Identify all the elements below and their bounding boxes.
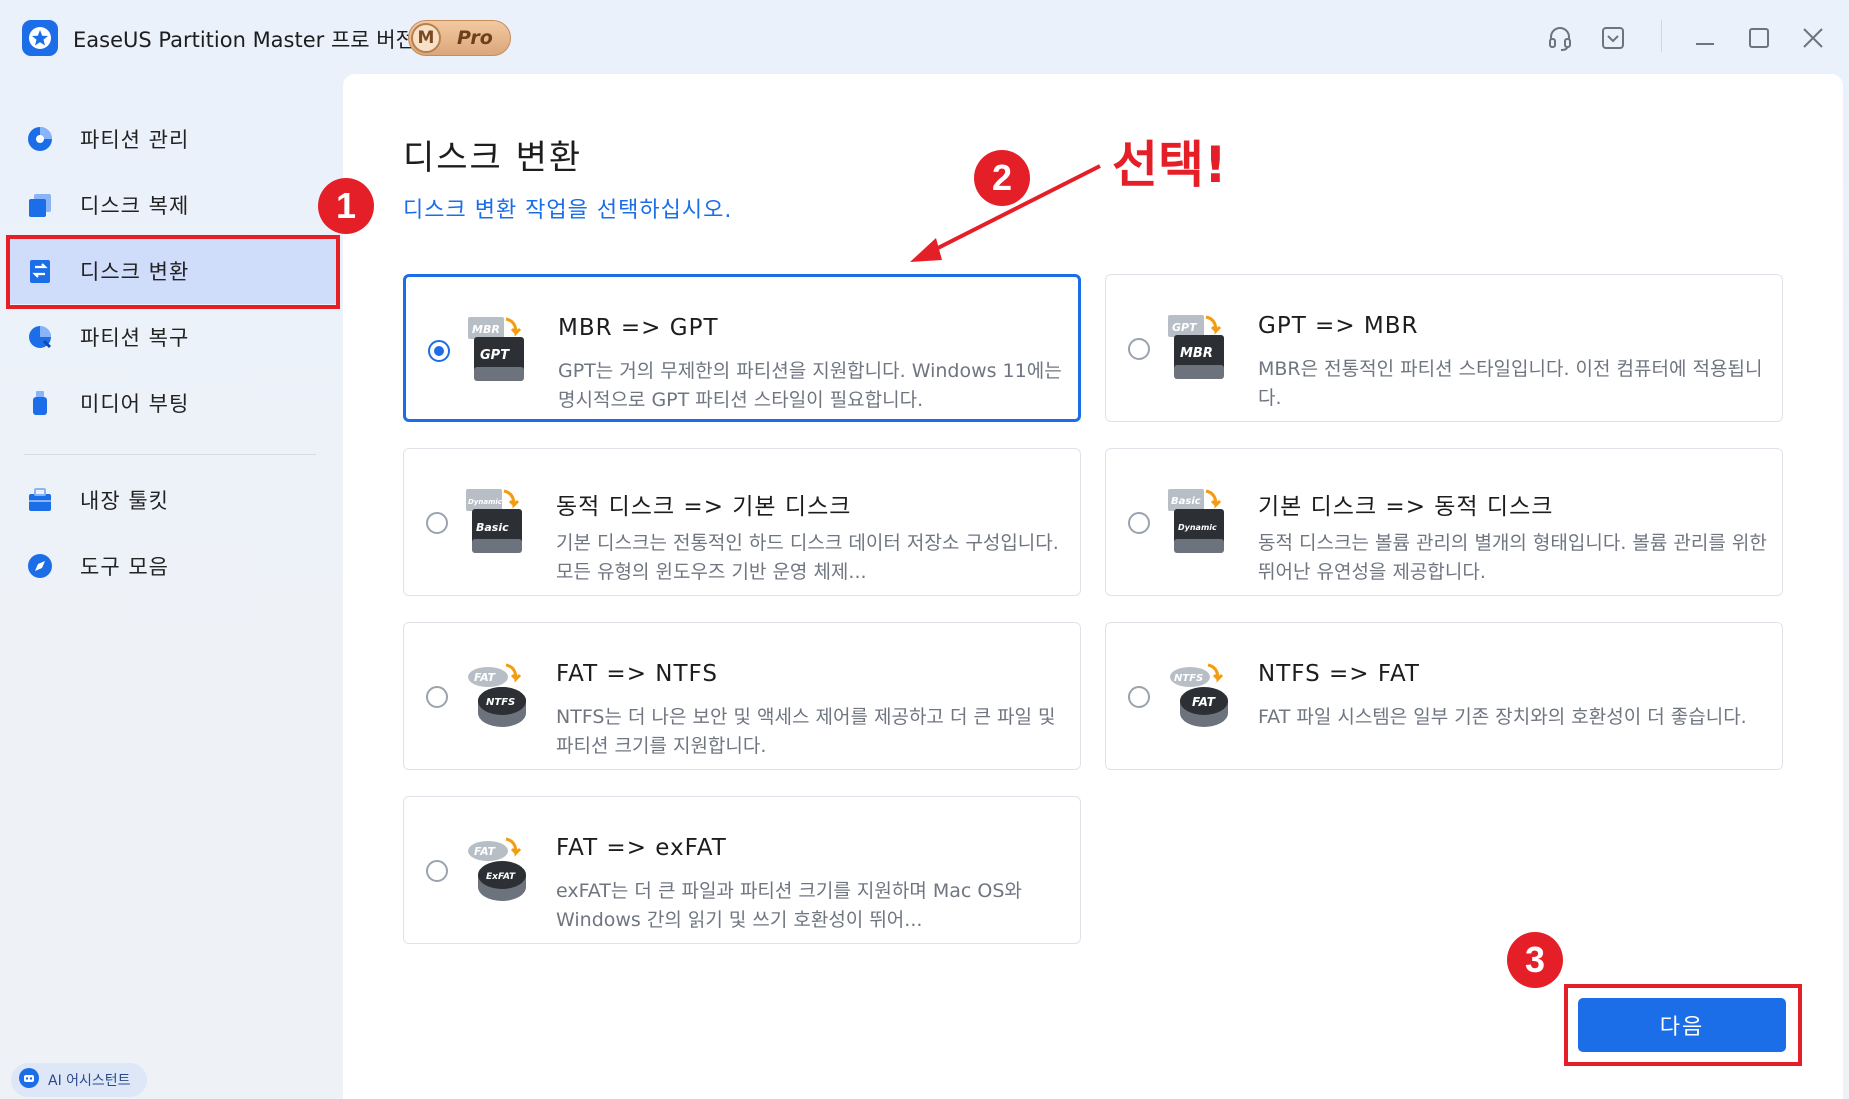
sidebar-item-tools[interactable]: 도구 모음 [8,533,338,599]
option-basic-to-dynamic[interactable]: Basic Dynamic 기본 디스크 => 동적 디스크 동적 디스크는 볼… [1105,448,1783,596]
option-description: GPT는 거의 무제한의 파티션을 지원합니다. Windows 11에는 명시… [558,360,1062,411]
sidebar-item-toolkit[interactable]: 내장 툴킷 [8,467,338,533]
option-fat-to-ntfs[interactable]: FAT NTFS FAT => NTFS NTFS는 더 나은 보안 및 액세스… [403,622,1081,770]
option-radio[interactable] [1128,338,1150,360]
option-title: 동적 디스크 => 기본 디스크 [556,494,852,520]
option-radio[interactable] [426,512,448,534]
partition-recovery-icon [26,323,54,351]
sidebar-item-label: 도구 모음 [80,555,169,579]
option-title: 기본 디스크 => 동적 디스크 [1258,494,1554,520]
svg-text:Dynamic: Dynamic [468,498,503,506]
title-bar: EaseUS Partition Master 프로 버전 M Pro [0,0,1849,74]
basic-to-dynamic-disk-icon: Basic Dynamic [1166,487,1232,557]
gpt-to-mbr-disk-icon: GPT MBR [1166,313,1232,383]
option-gpt-to-mbr[interactable]: GPT MBR GPT => MBR MBR은 전통적인 파티션 스타일입니다.… [1105,274,1783,422]
pie-chart-icon [26,125,54,153]
option-description: 기본 디스크는 전통적인 하드 디스크 데이터 저장소 구성입니다. 모든 유형… [556,532,1059,583]
annotation-step-1: 1 [318,178,374,234]
svg-text:NTFS: NTFS [1174,673,1203,684]
svg-text:GPT: GPT [480,348,510,363]
maximize-icon[interactable] [1743,22,1775,54]
option-dynamic-to-basic[interactable]: Dynamic Basic 동적 디스크 => 기본 디스크 기본 디스크는 전… [403,448,1081,596]
pro-badge-letter: M [411,23,441,53]
disk-clone-icon [26,191,54,219]
app-logo-icon [22,20,58,56]
annotation-box-next [1564,984,1802,1066]
fat-to-ntfs-disk-icon: FAT NTFS [464,661,530,731]
option-radio[interactable] [426,686,448,708]
svg-text:FAT: FAT [1192,695,1216,709]
sidebar-item-partition-manage[interactable]: 파티션 관리 [8,106,338,172]
svg-text:Basic: Basic [476,521,509,534]
annotation-select-text: 선택! [1112,136,1227,194]
annotation-arrow [910,164,1101,262]
sidebar-item-partition-recovery[interactable]: 파티션 복구 [8,304,338,370]
option-description: MBR은 전통적인 파티션 스타일입니다. 이전 컴퓨터에 적용됩니다. [1258,358,1763,409]
option-radio[interactable] [428,340,450,362]
menu-dropdown-icon[interactable] [1597,22,1629,54]
sidebar-item-label: 파티션 복구 [80,326,190,350]
svg-text:FAT: FAT [474,671,497,684]
option-description: NTFS는 더 나은 보안 및 액세스 제어를 제공하고 더 큰 파일 및 파티… [556,706,1056,757]
annotation-box-sidebar [6,235,340,309]
svg-text:MBR: MBR [472,323,500,336]
ai-assistant-button[interactable]: AI 어시스턴트 [11,1063,147,1097]
svg-text:ExFAT: ExFAT [486,872,516,882]
app-title: EaseUS Partition Master 프로 버전 [73,28,415,52]
close-icon[interactable] [1797,22,1829,54]
toolkit-icon [26,486,54,514]
sidebar-item-label: 디스크 복제 [80,194,190,218]
option-ntfs-to-fat[interactable]: NTFS FAT NTFS => FAT FAT 파일 시스템은 일부 기존 장… [1105,622,1783,770]
option-radio[interactable] [426,860,448,882]
fat-to-exfat-disk-icon: FAT ExFAT [464,835,530,905]
ntfs-to-fat-disk-icon: NTFS FAT [1166,661,1232,731]
page-title: 디스크 변환 [403,138,583,178]
option-radio[interactable] [1128,686,1150,708]
sidebar-item-label: 미디어 부팅 [80,392,190,416]
sidebar-item-label: 내장 툴킷 [80,489,169,513]
sidebar-item-disk-clone[interactable]: 디스크 복제 [8,172,338,238]
option-title: MBR => GPT [558,315,719,341]
svg-text:Dynamic: Dynamic [1178,523,1217,532]
option-fat-to-exfat[interactable]: FAT ExFAT FAT => exFAT exFAT는 더 큰 파일과 파티… [403,796,1081,944]
option-title: FAT => NTFS [556,661,718,687]
pro-badge-text: Pro [457,27,493,49]
pro-badge[interactable]: M Pro [408,20,511,56]
option-description: exFAT는 더 큰 파일과 파티션 크기를 지원하며 Mac OS와 Wind… [556,880,1022,931]
option-title: FAT => exFAT [556,835,727,861]
svg-text:GPT: GPT [1172,321,1198,334]
option-title: NTFS => FAT [1258,661,1420,687]
headset-icon[interactable] [1544,22,1576,54]
mbr-to-gpt-disk-icon: MBR GPT [466,315,532,385]
robot-icon [18,1067,40,1093]
compass-icon [26,552,54,580]
minimize-icon[interactable] [1689,22,1721,54]
titlebar-separator [1661,20,1662,52]
option-mbr-to-gpt[interactable]: MBR GPT MBR => GPT GPT는 거의 무제한의 파티션을 지원합… [403,274,1081,422]
svg-text:FAT: FAT [474,845,497,858]
svg-text:NTFS: NTFS [486,697,515,708]
svg-text:Basic: Basic [1171,496,1201,507]
option-title: GPT => MBR [1258,313,1419,339]
sidebar-item-label: 파티션 관리 [80,128,190,152]
sidebar-divider [24,454,316,455]
sidebar: 파티션 관리 디스크 복제 디스크 변환 파티션 복구 미디어 부팅 내장 툴킷 [0,74,340,1099]
ai-assistant-label: AI 어시스턴트 [48,1073,131,1089]
option-radio[interactable] [1128,512,1150,534]
annotation-step-3: 3 [1507,932,1563,988]
page-subtitle: 디스크 변환 작업을 선택하십시오. [403,198,733,223]
option-description: 동적 디스크는 볼륨 관리의 별개의 형태입니다. 볼륨 관리를 위한 뛰어난 … [1258,532,1767,583]
usb-drive-icon [26,389,54,417]
svg-text:MBR: MBR [1180,346,1213,361]
dynamic-to-basic-disk-icon: Dynamic Basic [464,487,530,557]
option-description: FAT 파일 시스템은 일부 기존 장치와의 호환성이 더 좋습니다. [1258,706,1747,728]
sidebar-item-media-boot[interactable]: 미디어 부팅 [8,370,338,436]
